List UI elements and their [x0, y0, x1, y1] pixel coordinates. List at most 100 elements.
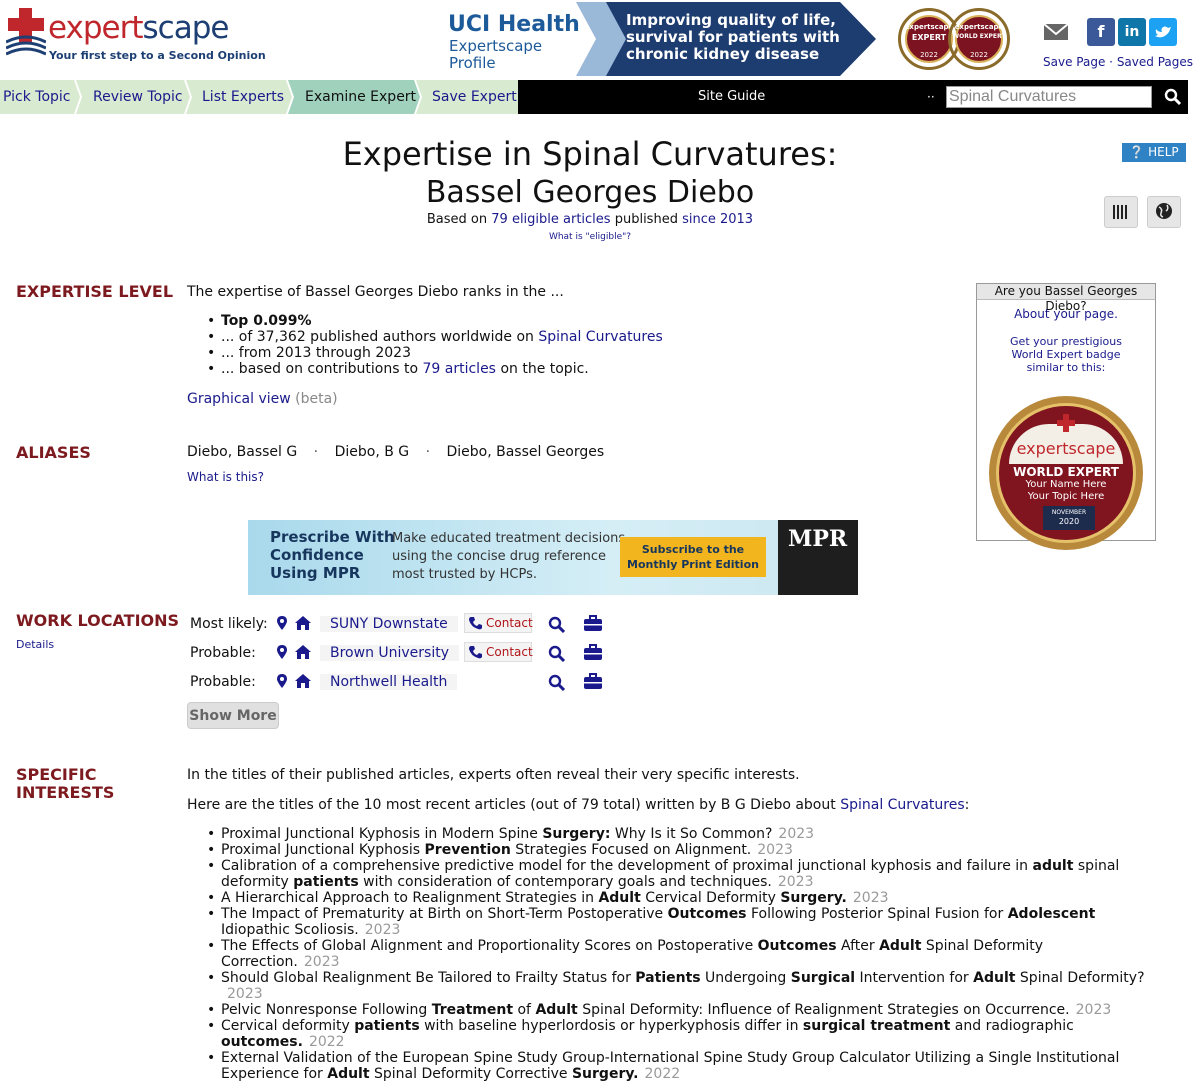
article-year: 2023: [1075, 1002, 1112, 1018]
article-title: Proximal Junctional Kyphosis Prevention …: [187, 842, 1157, 858]
world-expert-badge: expertscape WORLD EXPERT 2022: [948, 8, 1010, 70]
map-pin-icon[interactable]: [277, 674, 287, 688]
black-nav-bar: Site Guide ·· Spinal Curvatures: [518, 80, 1188, 114]
briefcase-icon[interactable]: [584, 644, 602, 660]
map-pin-icon[interactable]: [277, 616, 287, 630]
what-is-this-link[interactable]: What is this?: [187, 469, 264, 485]
site-tagline: Your first step to a Second Opinion: [49, 49, 266, 62]
search-input[interactable]: Spinal Curvatures: [946, 86, 1152, 108]
article-title: Calibration of a comprehensive predictiv…: [187, 858, 1157, 890]
nav-step-save-expert[interactable]: Save Expert: [432, 80, 517, 114]
expert-name: Bassel Georges Diebo: [425, 175, 755, 210]
article-title: A Hierarchical Approach to Realignment S…: [187, 890, 1157, 906]
get-badge-link[interactable]: Get your prestigious World Expert badge si…: [977, 335, 1155, 374]
site-logo[interactable]: expertscape: [48, 10, 229, 46]
facebook-icon[interactable]: f: [1087, 18, 1115, 46]
location-likelihood: Probable:: [190, 645, 256, 661]
award-badges: expertscape EXPERT 2022 expertscape WORL…: [898, 6, 1012, 72]
article-year: 2022: [644, 1066, 681, 1082]
work-locations-heading: WORK LOCATIONS: [16, 611, 180, 630]
location-likelihood: Probable:: [190, 674, 256, 690]
site-guide-link[interactable]: Site Guide: [698, 80, 765, 114]
mpr-banner-ad[interactable]: Prescribe With Confidence Using MPR Make e…: [248, 520, 858, 595]
article-year: 2023: [227, 986, 263, 1002]
article-year: 2023: [777, 874, 814, 890]
details-link[interactable]: Details: [16, 638, 54, 651]
barcode-button[interactable]: [1104, 196, 1138, 228]
globe-icon: [1156, 203, 1172, 219]
workflow-nav: Pick Topic Review Topic List Experts Exa…: [0, 80, 1188, 114]
article-title: Should Global Realignment Be Tailored to…: [187, 970, 1157, 1002]
location-row: Most likely: SUNY Downstate Contact: [187, 613, 617, 635]
claim-profile-box: Are you Bassel Georges Diebo? About your…: [976, 283, 1156, 550]
specific-interests-heading: SPECIFIC INTERESTS: [16, 765, 115, 802]
search-icon[interactable]: [1164, 88, 1182, 106]
help-button[interactable]: ❔ HELP: [1122, 143, 1186, 162]
institution-link[interactable]: Northwell Health: [320, 674, 458, 690]
based-on-line: Based on 79 eligible articles published …: [426, 212, 754, 227]
topic-link[interactable]: Spinal Curvatures: [538, 329, 662, 345]
article-year: 2023: [364, 922, 401, 938]
magnifier-icon[interactable]: [548, 674, 565, 691]
linkedin-icon[interactable]: in: [1118, 18, 1146, 46]
ad-body: Make educated treatment decisions using t…: [392, 531, 626, 582]
article-year: 2023: [778, 826, 815, 842]
interests-intro: In the titles of their published article…: [187, 767, 800, 783]
since-year-link[interactable]: since 2013: [682, 212, 753, 227]
envelope-icon[interactable]: [1042, 18, 1070, 46]
nav-step-pick-topic[interactable]: Pick Topic: [3, 80, 71, 114]
ad-headline: Prescribe With Confidence Using MPR: [270, 528, 395, 582]
alias: Diebo, B G: [334, 444, 410, 460]
about-your-page-link[interactable]: About your page.: [977, 307, 1155, 321]
article-title: Proximal Junctional Kyphosis in Modern S…: [187, 826, 1157, 842]
page-title: Expertise in Spinal Curvatures:: [342, 135, 838, 173]
phone-icon: [469, 646, 482, 659]
home-icon[interactable]: [295, 645, 311, 659]
what-is-eligible-link[interactable]: What is "eligible"?: [300, 232, 880, 242]
eligible-articles-link[interactable]: 79 eligible articles: [491, 212, 610, 227]
magnifier-icon[interactable]: [548, 616, 565, 633]
location-row: Probable: Brown University Contact: [187, 642, 617, 664]
articles-link[interactable]: 79 articles: [423, 361, 496, 377]
world-expert-badge-sample[interactable]: expertscape WORLD EXPERT Your Name Here …: [989, 396, 1143, 550]
twitter-icon[interactable]: [1149, 18, 1177, 46]
site-header: expertscape Your first step to a Second …: [0, 0, 1200, 80]
home-icon[interactable]: [295, 674, 311, 688]
globe-button[interactable]: [1147, 196, 1181, 228]
article-title: The Impact of Prematurity at Birth on Sh…: [187, 906, 1157, 938]
expertise-list: Top 0.099% ... of 37,362 published autho…: [187, 313, 747, 377]
magnifier-icon[interactable]: [548, 645, 565, 662]
article-title: The Effects of Global Alignment and Prop…: [187, 938, 1157, 970]
article-year: 2022: [308, 1034, 345, 1050]
interests-lead: Here are the titles of the 10 most recen…: [187, 797, 970, 813]
topic-link[interactable]: Spinal Curvatures: [840, 797, 964, 813]
map-pin-icon[interactable]: [277, 645, 287, 659]
ad-message: Improving quality of life, survival for …: [626, 11, 840, 63]
nav-step-examine-expert[interactable]: Examine Expert: [305, 80, 416, 114]
graphical-view-link[interactable]: Graphical view: [187, 391, 291, 407]
save-page-link[interactable]: Save Page: [1043, 55, 1105, 69]
claim-profile-heading: Are you Bassel Georges Diebo?: [977, 284, 1155, 313]
article-title: External Validation of the European Spin…: [187, 1050, 1157, 1082]
ad-subscribe-button[interactable]: Subscribe to the Monthly Print Edition: [620, 537, 766, 577]
show-more-button[interactable]: Show More: [187, 702, 279, 729]
contact-button[interactable]: Contact: [464, 642, 533, 662]
articles-list: Proximal Junctional Kyphosis in Modern S…: [187, 826, 1157, 1082]
question-circle-icon: ❔: [1129, 145, 1145, 159]
list-item: ... of 37,362 published authors worldwid…: [187, 329, 747, 345]
location-row: Probable: Northwell Health: [187, 671, 617, 693]
institution-link[interactable]: Brown University: [320, 645, 460, 661]
alias: Diebo, Bassel Georges: [446, 444, 605, 460]
nav-step-review-topic[interactable]: Review Topic: [93, 80, 183, 114]
institution-link[interactable]: SUNY Downstate: [320, 616, 458, 632]
aliases-list: Diebo, Bassel G · Diebo, B G · Diebo, Ba…: [187, 444, 605, 460]
uci-health-banner-ad[interactable]: UCI Health Expertscape Profile Improving …: [440, 0, 880, 76]
ad-subtitle: Expertscape Profile: [449, 37, 543, 72]
contact-button[interactable]: Contact: [464, 613, 533, 633]
saved-pages-link[interactable]: Saved Pages: [1117, 55, 1193, 69]
home-icon[interactable]: [295, 616, 311, 630]
save-links: Save Page · Saved Pages: [1043, 55, 1194, 69]
briefcase-icon[interactable]: [584, 615, 602, 631]
briefcase-icon[interactable]: [584, 673, 602, 689]
nav-step-list-experts[interactable]: List Experts: [202, 80, 284, 114]
